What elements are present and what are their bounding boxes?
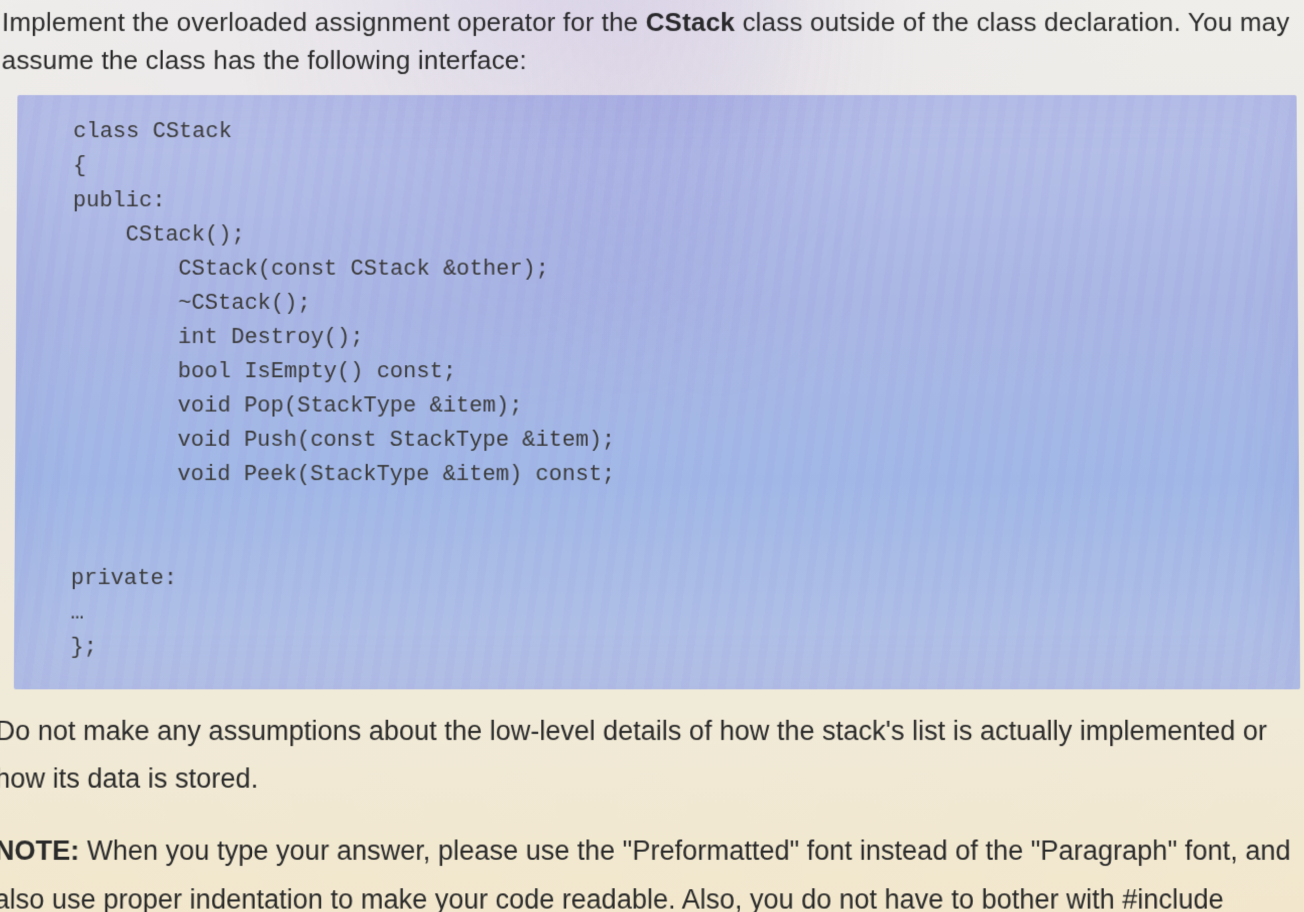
instructions-note: NOTE: When you type your answer, please … bbox=[0, 828, 1302, 912]
question-instructions: Do not make any assumptions about the lo… bbox=[0, 707, 1302, 912]
prompt-classname: CStack bbox=[646, 7, 735, 37]
code-interface-block: class CStack { public: CStack(); CStack(… bbox=[14, 95, 1300, 689]
instructions-para1: Do not make any assumptions about the lo… bbox=[0, 707, 1301, 803]
prompt-part1: Implement the overloaded assignment oper… bbox=[2, 7, 646, 37]
note-label: NOTE: bbox=[0, 836, 79, 866]
note-body: When you type your answer, please use th… bbox=[0, 836, 1291, 912]
question-page: Implement the overloaded assignment oper… bbox=[0, 0, 1304, 912]
question-prompt: Implement the overloaded assignment oper… bbox=[0, 4, 1296, 79]
